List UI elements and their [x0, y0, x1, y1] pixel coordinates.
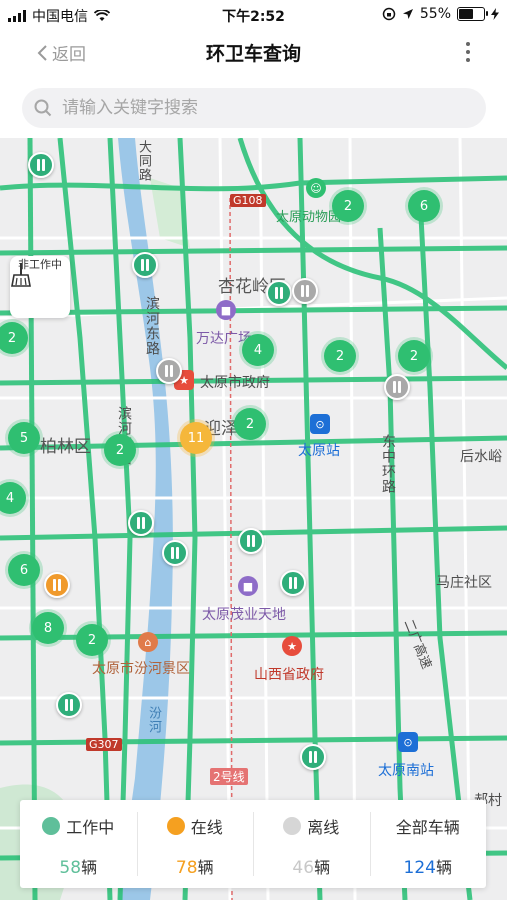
sanitation-truck-icon[interactable]: [300, 744, 326, 770]
map-label-city-gov: 太原市政府: [200, 375, 270, 391]
vehicle-cluster[interactable]: 4: [242, 334, 274, 366]
vehicle-cluster[interactable]: 2: [332, 190, 364, 222]
legend-working-count: 58: [59, 858, 82, 878]
vehicle-cluster[interactable]: 2: [398, 340, 430, 372]
vehicle-status-legend: 工作中 58辆 在线 78辆 离线 46辆 全部车辆 124辆: [20, 800, 486, 888]
legend-offline-count: 46: [292, 858, 315, 878]
map-label-houshuiyu: 后水峪: [460, 449, 502, 465]
legend-working-label: 工作中: [66, 818, 115, 837]
sanitation-truck-icon[interactable]: [132, 252, 158, 278]
legend-all-unit: 辆: [435, 858, 452, 877]
legend-working[interactable]: 工作中 58辆: [20, 800, 137, 888]
working-status-dot: [42, 817, 61, 835]
sanitation-truck-icon[interactable]: [128, 510, 154, 536]
sanitation-truck-icon[interactable]: [156, 358, 182, 384]
map-label-south-station: 太原南站: [378, 763, 434, 779]
legend-offline-unit: 辆: [314, 858, 331, 877]
legend-all-label: 全部车辆: [395, 818, 460, 837]
sanitation-truck-icon[interactable]: [292, 278, 318, 304]
battery-icon: [457, 7, 488, 21]
train-station-marker-icon[interactable]: ⊙: [310, 414, 330, 434]
page-title: 环卫车查询: [205, 43, 301, 65]
location-arrow-icon: [402, 9, 413, 19]
status-bar: 中国电信 下午2:52 55%: [0, 0, 507, 28]
wanda-marker-icon[interactable]: ■: [216, 300, 236, 320]
map-label-bolin: 柏林区: [40, 437, 91, 457]
vehicle-cluster[interactable]: 6: [408, 190, 440, 222]
legend-online[interactable]: 在线 78辆: [136, 800, 254, 888]
legend-offline-label: 离线: [307, 818, 340, 837]
map-roads: [0, 138, 507, 900]
nav-bar: 返回 环卫车查询: [0, 28, 507, 76]
map-label-g108: G108: [230, 194, 266, 207]
sanitation-truck-icon[interactable]: [28, 152, 54, 178]
vehicle-cluster[interactable]: 2: [324, 340, 356, 372]
map-label-g307: G307: [86, 738, 122, 751]
sanitation-truck-icon[interactable]: [238, 528, 264, 554]
vehicle-cluster[interactable]: 6: [8, 554, 40, 586]
sanitation-truck-icon[interactable]: [162, 540, 188, 566]
province-gov-marker-icon[interactable]: ★: [282, 636, 302, 656]
legend-online-count: 78: [175, 858, 198, 878]
charging-icon: [491, 8, 499, 20]
non-working-filter-button[interactable]: 非工作中: [10, 256, 70, 318]
maoye-marker-icon[interactable]: ■: [238, 576, 258, 596]
south-station-marker-icon[interactable]: ⊙: [398, 732, 418, 752]
search-bar: [0, 76, 507, 138]
vehicle-cluster[interactable]: 11: [180, 422, 212, 454]
map-label-binhe-east: 滨河东路: [144, 296, 160, 356]
zoo-marker-icon[interactable]: ☺: [306, 178, 326, 198]
legend-online-unit: 辆: [197, 858, 214, 877]
battery-percent: 55%: [419, 6, 451, 22]
map-label-fenhe-scenic: 太原市汾河景区: [92, 661, 190, 677]
vehicle-cluster[interactable]: 2: [104, 434, 136, 466]
legend-all[interactable]: 全部车辆 124辆: [369, 800, 487, 888]
vehicle-cluster[interactable]: 8: [32, 612, 64, 644]
map-label-east-ring: 东中环路: [380, 434, 396, 494]
map-label-province-gov: 山西省政府: [254, 667, 324, 683]
legend-online-label: 在线: [190, 818, 223, 837]
map-view[interactable]: 大同路 G108 太原动物园 杏花岭区 万达广场 滨河东路 太原市政府 迎泽区 …: [0, 138, 507, 900]
online-status-dot: [166, 817, 185, 835]
vehicle-cluster[interactable]: 2: [234, 408, 266, 440]
sanitation-truck-icon[interactable]: [384, 374, 410, 400]
map-label-mazhuang: 马庄社区: [436, 575, 492, 591]
legend-working-unit: 辆: [81, 858, 98, 877]
sanitation-truck-icon[interactable]: [56, 692, 82, 718]
map-label-taiyuan-station: 太原站: [298, 443, 340, 459]
map-label-maoye: 太原茂业天地: [202, 607, 286, 623]
sanitation-truck-icon[interactable]: [44, 572, 70, 598]
map-label-fenhe-river: 汾河: [146, 706, 161, 734]
fenhe-scenic-marker-icon[interactable]: ⌂: [138, 632, 158, 652]
map-label-line2: 2号线: [210, 768, 248, 785]
legend-offline[interactable]: 离线 46辆: [253, 800, 370, 888]
sanitation-truck-icon[interactable]: [280, 570, 306, 596]
vehicle-cluster[interactable]: 5: [8, 422, 40, 454]
sanitation-truck-icon[interactable]: [266, 280, 292, 306]
offline-status-dot: [283, 817, 302, 835]
legend-all-count: 124: [403, 858, 436, 878]
search-icon: [34, 99, 52, 117]
search-box[interactable]: [22, 88, 486, 128]
search-input[interactable]: [60, 97, 444, 119]
map-label-zoo: 太原动物园: [276, 210, 342, 225]
map-label-datong-road: 大同路: [136, 140, 151, 182]
more-menu-button[interactable]: [465, 42, 471, 64]
rotation-lock-icon: [382, 7, 396, 21]
broom-icon: [11, 263, 31, 287]
vehicle-cluster[interactable]: 2: [76, 624, 108, 656]
